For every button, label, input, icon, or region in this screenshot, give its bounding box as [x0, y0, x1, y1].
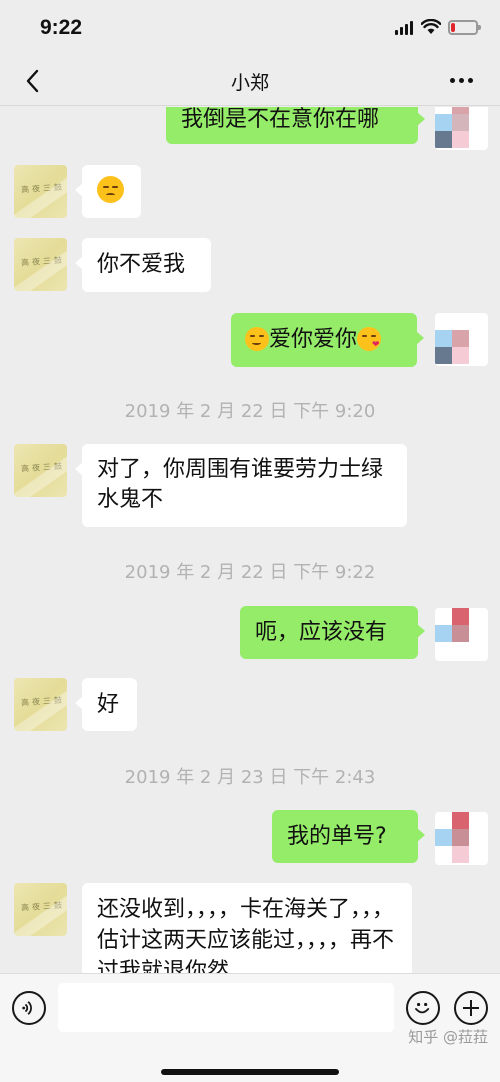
message-list[interactable]: 我倒是不在意你在哪 高夜三鼓 高夜三鼓 你不爱我 爱你爱你 ❤ 2019 年 2… [0, 107, 500, 973]
plus-icon[interactable] [454, 991, 488, 1025]
message-incoming[interactable]: 你不爱我 [75, 238, 211, 292]
message-text: 我倒是不在意你在哪 [181, 107, 380, 132]
message-timestamp: 2019 年 2 月 22 日 下午 9:20 [124, 401, 376, 422]
more-dots-icon[interactable] [448, 68, 476, 92]
message-text: 呃，应该没有 [255, 620, 388, 645]
contact-avatar[interactable]: 高夜三鼓 [14, 238, 67, 291]
message-incoming[interactable]: 好 [75, 678, 137, 731]
home-indicator [161, 1069, 339, 1075]
message-outgoing[interactable]: 爱你爱你 ❤ [231, 313, 424, 367]
battery-icon [448, 20, 481, 35]
message-text: 好 [97, 692, 120, 717]
cellular-signal-icon [395, 21, 415, 35]
hugging-face-icon [245, 327, 269, 351]
input-bar: 知乎 @菈菈 [0, 973, 500, 1082]
status-bar: 9:22 [0, 0, 500, 56]
message-timestamp: 2019 年 2 月 23 日 下午 2:43 [124, 767, 376, 788]
message-outgoing[interactable]: 我倒是不在意你在哪 [166, 107, 425, 144]
message-text: 你不爱我 [97, 252, 186, 277]
message-input[interactable] [58, 983, 394, 1032]
contact-avatar[interactable]: 高夜三鼓 [14, 165, 67, 218]
wifi-icon [421, 19, 441, 34]
voice-icon[interactable] [12, 991, 46, 1025]
message-incoming[interactable]: 对了，你周围有谁要劳力士绿水鬼不 [75, 444, 407, 527]
message-outgoing[interactable]: 我的单号? [272, 810, 425, 863]
message-text: 爱你爱你 [269, 327, 358, 352]
smiley-icon[interactable] [406, 991, 440, 1025]
message-timestamp: 2019 年 2 月 22 日 下午 9:22 [124, 562, 376, 583]
watermark: 知乎 @菈菈 [408, 1028, 488, 1046]
contact-avatar[interactable]: 高夜三鼓 [14, 444, 67, 497]
chat-header: 小郑 [0, 56, 500, 106]
my-avatar[interactable] [435, 313, 488, 366]
contact-avatar[interactable]: 高夜三鼓 [14, 678, 67, 731]
my-avatar[interactable] [435, 107, 488, 150]
message-text: 对了，你周围有谁要劳力士绿水鬼不 [97, 457, 384, 512]
message-incoming[interactable] [75, 165, 141, 218]
message-incoming[interactable]: 还没收到，，，，卡在海关了，，，估计这两天应该能过，，，，再不过我就退你然 [82, 883, 412, 973]
message-text: 我的单号? [287, 824, 387, 849]
my-avatar[interactable] [435, 608, 488, 661]
face-blowing-kiss-icon: ❤ [357, 327, 382, 351]
status-time: 9:22 [40, 16, 83, 39]
pensive-face-icon [97, 176, 124, 203]
my-avatar[interactable] [435, 812, 488, 865]
contact-avatar[interactable]: 高夜三鼓 [14, 883, 67, 936]
message-text: 还没收到，，，，卡在海关了，，，估计这两天应该能过，，，，再不过我就退你然 [97, 897, 395, 973]
battery-level [451, 23, 455, 32]
message-outgoing[interactable]: 呃，应该没有 [240, 606, 425, 659]
chat-title: 小郑 [230, 72, 269, 94]
